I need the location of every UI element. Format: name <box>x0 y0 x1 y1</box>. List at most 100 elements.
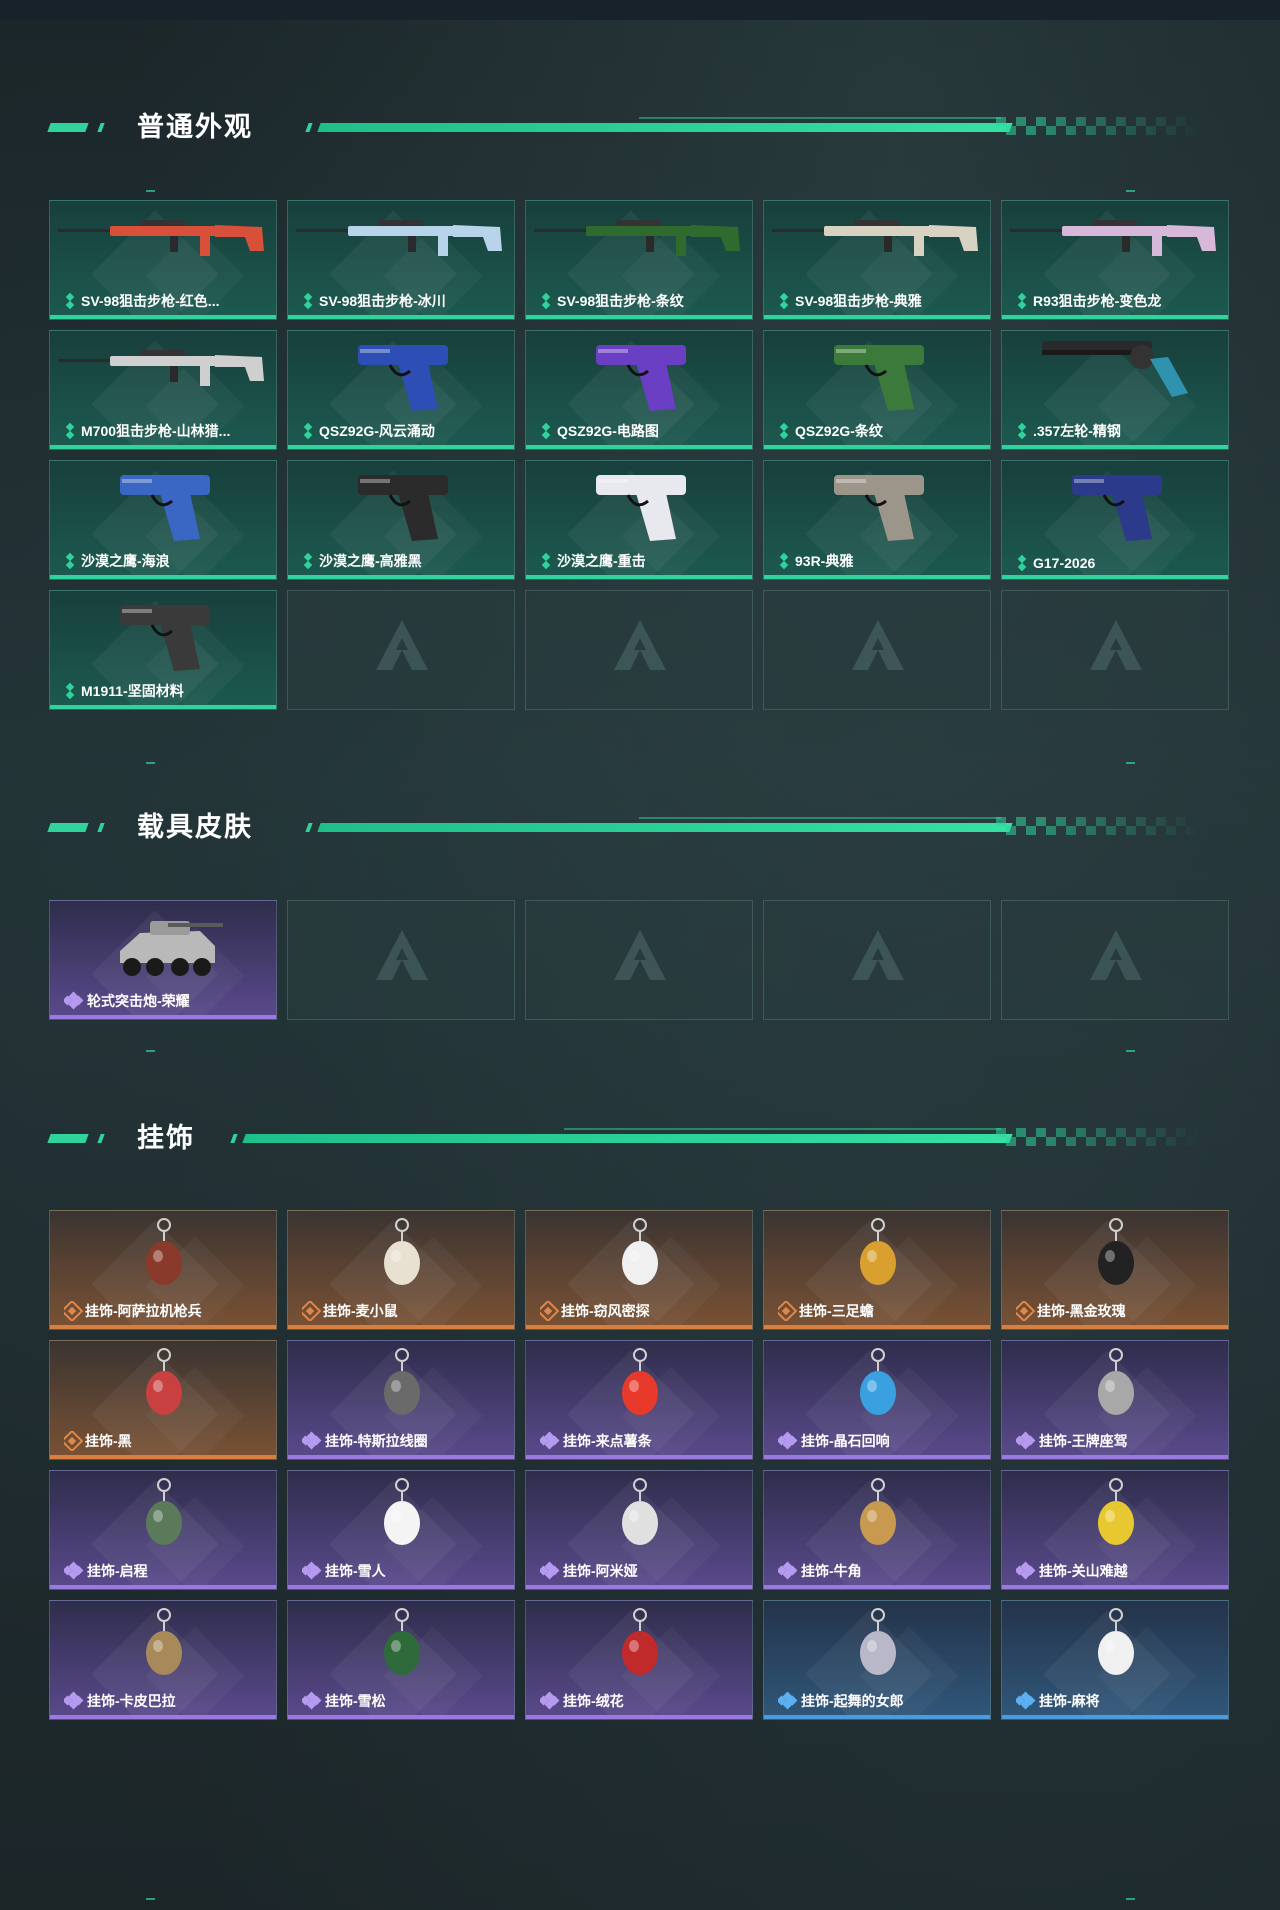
empty-slot <box>287 590 515 710</box>
item-name: 挂饰-启程 <box>87 1563 148 1579</box>
item-card[interactable]: 挂饰-起舞的女郎 <box>763 1600 991 1720</box>
item-label: 挂饰-麻将 <box>1016 1691 1220 1711</box>
rarity-bar <box>50 1455 276 1459</box>
corner-tick <box>146 1050 155 1052</box>
item-card[interactable]: 挂饰-绒花 <box>525 1600 753 1720</box>
item-card[interactable]: M1911-坚固材料 <box>49 590 277 710</box>
item-name: 挂饰-三足蟾 <box>799 1303 874 1319</box>
item-card[interactable]: .357左轮-精钢 <box>1001 330 1229 450</box>
header-dash <box>47 823 89 832</box>
item-card[interactable]: 挂饰-窃风密探 <box>525 1210 753 1330</box>
item-card[interactable]: 轮式突击炮-荣耀 <box>49 900 277 1020</box>
item-card[interactable]: 沙漠之鹰-海浪 <box>49 460 277 580</box>
item-name: M1911-坚固材料 <box>81 683 184 699</box>
rarity-diamonds-icon <box>540 1431 560 1450</box>
item-card[interactable]: QSZ92G-电路图 <box>525 330 753 450</box>
header-dash <box>230 1134 238 1143</box>
item-name: 挂饰-关山难越 <box>1039 1563 1128 1579</box>
rarity-bar <box>1002 1585 1228 1589</box>
item-card[interactable]: 挂饰-三足蟾 <box>763 1210 991 1330</box>
corner-tick <box>146 762 155 764</box>
item-label: 挂饰-窃风密探 <box>540 1301 744 1321</box>
item-card[interactable]: 挂饰-来点薯条 <box>525 1340 753 1460</box>
item-card[interactable]: R93狙击步枪-变色龙 <box>1001 200 1229 320</box>
rarity-diamonds-icon <box>64 1561 84 1580</box>
item-card[interactable]: 挂饰-卡皮巴拉 <box>49 1600 277 1720</box>
rarity-ring-icon <box>1016 1301 1036 1321</box>
item-card[interactable]: 挂饰-特斯拉线圈 <box>287 1340 515 1460</box>
item-grid-vehicles: 轮式突击炮-荣耀 <box>49 900 1231 1020</box>
item-label: 挂饰-王牌座驾 <box>1016 1431 1220 1451</box>
item-name: R93狙击步枪-变色龙 <box>1033 293 1162 309</box>
rarity-bar <box>50 705 276 709</box>
item-card[interactable]: 挂饰-麻将 <box>1001 1600 1229 1720</box>
rarity-diamond-icon <box>778 554 790 568</box>
item-label: 挂饰-阿萨拉机枪兵 <box>64 1301 268 1321</box>
item-card[interactable]: G17-2026 <box>1001 460 1229 580</box>
item-label: 挂饰-麦小鼠 <box>302 1301 506 1321</box>
charm-image <box>860 1608 896 1675</box>
rarity-bar <box>1002 575 1228 579</box>
rarity-bar <box>50 1715 276 1719</box>
item-label: QSZ92G-电路图 <box>540 421 744 441</box>
item-name: 沙漠之鹰-高雅黑 <box>319 553 422 569</box>
section-title: 普通外观 <box>137 112 253 142</box>
item-name: SV-98狙击步枪-条纹 <box>557 293 684 309</box>
item-name: 挂饰-绒花 <box>563 1693 624 1709</box>
item-name: 挂饰-来点薯条 <box>563 1433 652 1449</box>
rarity-diamond-icon <box>1016 556 1028 570</box>
rarity-diamond-icon <box>1016 294 1028 308</box>
item-card[interactable]: 挂饰-阿米娅 <box>525 1470 753 1590</box>
rarity-diamond-icon <box>64 424 76 438</box>
rarity-diamonds-icon <box>302 1691 322 1710</box>
header-thin-line <box>639 117 1001 119</box>
placeholder-logo-icon <box>614 930 666 980</box>
header-line <box>317 123 1013 132</box>
item-label: SV-98狙击步枪-条纹 <box>540 291 744 311</box>
rarity-diamonds-icon <box>540 1691 560 1710</box>
rarity-diamonds-icon <box>302 1431 322 1450</box>
empty-slot <box>1001 590 1229 710</box>
item-card[interactable]: 93R-典雅 <box>763 460 991 580</box>
item-card[interactable]: 挂饰-黑金玫瑰 <box>1001 1210 1229 1330</box>
item-card[interactable]: 挂饰-王牌座驾 <box>1001 1340 1229 1460</box>
rarity-diamonds-icon <box>1016 1691 1036 1710</box>
item-card[interactable]: 挂饰-雪松 <box>287 1600 515 1720</box>
item-name: 沙漠之鹰-海浪 <box>81 553 170 569</box>
item-card[interactable]: 挂饰-麦小鼠 <box>287 1210 515 1330</box>
item-card[interactable]: 挂饰-晶石回响 <box>763 1340 991 1460</box>
item-card[interactable]: SV-98狙击步枪-典雅 <box>763 200 991 320</box>
placeholder-logo-icon <box>376 620 428 670</box>
item-card[interactable]: SV-98狙击步枪-条纹 <box>525 200 753 320</box>
item-card[interactable]: 挂饰-雪人 <box>287 1470 515 1590</box>
rarity-bar <box>526 445 752 449</box>
item-card[interactable]: 挂饰-黑 <box>49 1340 277 1460</box>
charm-image <box>146 1608 182 1675</box>
item-grid-charms: 挂饰-阿萨拉机枪兵 挂饰-麦小鼠 挂饰-窃风密探 挂饰-三足蟾 挂饰-黑金玫瑰 挂饰-黑挂… <box>49 1210 1231 1720</box>
pistol-image <box>120 475 210 541</box>
rarity-bar <box>288 445 514 449</box>
item-card[interactable]: QSZ92G-条纹 <box>763 330 991 450</box>
item-card[interactable]: 挂饰-启程 <box>49 1470 277 1590</box>
item-label: 93R-典雅 <box>778 551 982 571</box>
rarity-bar <box>764 1715 990 1719</box>
rarity-diamond-icon <box>302 294 314 308</box>
empty-slot <box>763 590 991 710</box>
rarity-bar <box>288 1325 514 1329</box>
item-card[interactable]: SV-98狙击步枪-冰川 <box>287 200 515 320</box>
item-card[interactable]: 沙漠之鹰-高雅黑 <box>287 460 515 580</box>
item-card[interactable]: 沙漠之鹰-重击 <box>525 460 753 580</box>
item-label: G17-2026 <box>1016 555 1220 571</box>
item-card[interactable]: SV-98狙击步枪-红色... <box>49 200 277 320</box>
item-card[interactable]: 挂饰-牛角 <box>763 1470 991 1590</box>
section-header-charms: 挂饰 <box>47 1118 1201 1158</box>
corner-tick <box>1126 190 1135 192</box>
item-card[interactable]: 挂饰-阿萨拉机枪兵 <box>49 1210 277 1330</box>
item-label: SV-98狙击步枪-红色... <box>64 291 268 311</box>
placeholder-logo-icon <box>852 930 904 980</box>
header-dash <box>305 823 313 832</box>
rarity-diamonds-icon <box>778 1431 798 1450</box>
item-card[interactable]: 挂饰-关山难越 <box>1001 1470 1229 1590</box>
item-card[interactable]: QSZ92G-风云涌动 <box>287 330 515 450</box>
item-card[interactable]: M700狙击步枪-山林猎... <box>49 330 277 450</box>
